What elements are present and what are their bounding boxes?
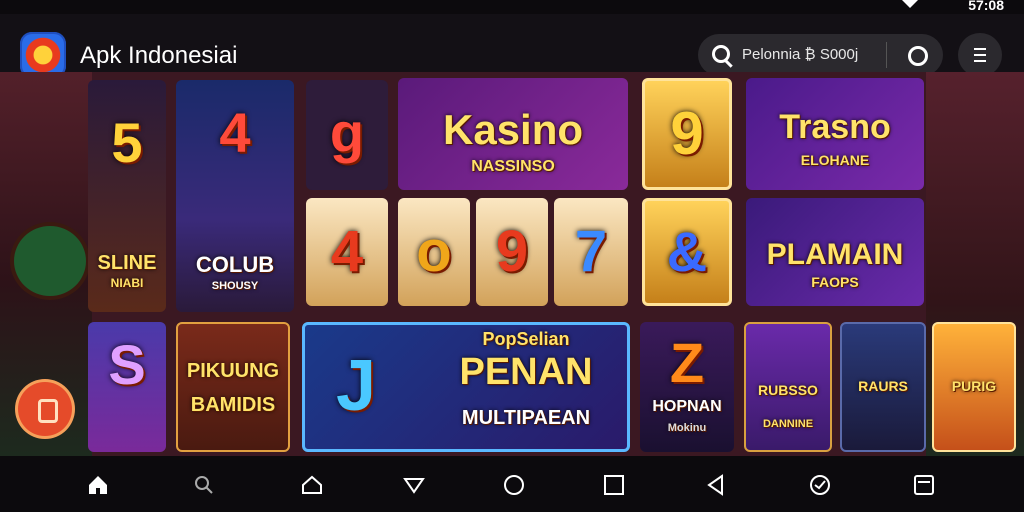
tile-number: 4: [330, 219, 364, 284]
recent-icon[interactable]: [912, 473, 936, 497]
tile-label: PLAMAIN: [766, 238, 904, 271]
game-tile-slot-s[interactable]: S: [88, 322, 166, 452]
tile-sub-label: BAMIDIS: [190, 394, 276, 416]
app-title: Apk Indonesiai: [80, 42, 238, 69]
house-outline-icon[interactable]: [300, 473, 324, 497]
game-tile-slot-5[interactable]: 5 SLINE NIABI: [88, 80, 166, 312]
bag-icon: [38, 399, 58, 423]
tile-number: &: [666, 220, 708, 283]
tile-number: 5: [111, 111, 143, 174]
home-icon[interactable]: [86, 473, 110, 497]
tile-sub-label: NIABI: [110, 276, 144, 290]
poker-table-image: [10, 222, 90, 300]
tile-label: Trasno: [779, 108, 891, 146]
status-time: 57:08: [968, 0, 1004, 13]
square-icon[interactable]: [602, 473, 626, 497]
tile-number: 4: [219, 101, 251, 164]
tile-label: PENAN: [459, 351, 593, 393]
game-tile-pikilung[interactable]: PIKUUNG BAMIDIS: [176, 322, 290, 452]
tile-label: SLINE: [97, 252, 157, 274]
tile-sub-label: MULTIPAEAN: [461, 407, 591, 429]
tile-sub-label: SHOUSY: [211, 280, 259, 292]
reel-tile-9[interactable]: 9: [476, 198, 548, 306]
game-grid: 5 SLINE NIABI 4 COLUB SHOUSY g Kasino NA…: [0, 72, 1024, 456]
tile-label: RUBSSO: [758, 382, 818, 398]
game-tile-trasno[interactable]: Trasno ELOHANE: [746, 78, 924, 190]
tile-label: PURIG: [951, 378, 997, 394]
tile-number: S: [108, 333, 146, 396]
game-tile-ampersand[interactable]: &: [642, 198, 732, 306]
bottom-nav-bar: [0, 456, 1024, 512]
signal-icon: [902, 0, 918, 8]
tile-label: RAURS: [858, 378, 908, 394]
tile-number: Z: [669, 331, 705, 394]
game-tile-club[interactable]: 4 COLUB SHOUSY: [176, 80, 294, 312]
search-divider: [886, 42, 887, 68]
tile-label: Kasino: [442, 106, 584, 153]
tile-sub-label: DANNINE: [762, 418, 814, 430]
tile-number: 7: [574, 219, 608, 284]
floating-action-button[interactable]: [18, 382, 72, 436]
circle-icon[interactable]: [502, 473, 526, 497]
tile-number: o: [416, 219, 452, 284]
tile-sub-label: FAOPS: [811, 274, 859, 290]
tile-label: COLUB: [195, 252, 275, 277]
game-tile-slot-9[interactable]: 9: [642, 78, 732, 190]
reel-tile-0[interactable]: o: [398, 198, 470, 306]
reel-tile-4[interactable]: 4: [306, 198, 388, 306]
tile-number: 9: [495, 219, 529, 284]
game-tile-slot-z[interactable]: Z HOPNAN Mokinu: [640, 322, 734, 452]
top-app-bar: Apk Indonesiai Pelonnia ₿ S000j: [0, 14, 1024, 78]
back-icon[interactable]: [704, 473, 728, 497]
tile-sub-label: ELOHANE: [800, 152, 870, 168]
game-tile-rubsso[interactable]: RUBSSO DANNINE: [744, 322, 832, 452]
game-tile-plamain[interactable]: PLAMAIN FAOPS: [746, 198, 924, 306]
tile-number: g: [329, 101, 365, 164]
settings-icon[interactable]: [908, 46, 928, 66]
game-tile-kasino[interactable]: Kasino NASSINSO: [398, 78, 628, 190]
chat-icon[interactable]: [808, 473, 832, 497]
search-icon[interactable]: [712, 45, 730, 63]
search-bar[interactable]: Pelonnia ₿ S000j: [698, 34, 943, 76]
tile-top-label: PopSelian: [482, 329, 570, 349]
reel-tile-7[interactable]: 7: [554, 198, 628, 306]
tile-sub-label: Mokinu: [667, 422, 707, 434]
game-tile-raurs[interactable]: RAURS: [840, 322, 926, 452]
down-triangle-icon[interactable]: [402, 473, 426, 497]
tile-number: 9: [670, 100, 704, 167]
tile-sub-label: NASSINSO: [471, 158, 555, 175]
game-tile-slot-g[interactable]: g: [306, 80, 388, 190]
game-tile-purig[interactable]: PURIG: [932, 322, 1016, 452]
search-input[interactable]: Pelonnia ₿ S000j: [742, 46, 858, 63]
game-tile-multiplayer[interactable]: J PopSelian PENAN MULTIPAEAN: [302, 322, 630, 452]
status-bar: 57:08: [0, 0, 1024, 14]
menu-button[interactable]: [958, 33, 1002, 77]
tile-label: HOPNAN: [652, 398, 722, 415]
tile-label: PIKUUNG: [186, 360, 280, 382]
search-icon[interactable]: [192, 473, 216, 497]
